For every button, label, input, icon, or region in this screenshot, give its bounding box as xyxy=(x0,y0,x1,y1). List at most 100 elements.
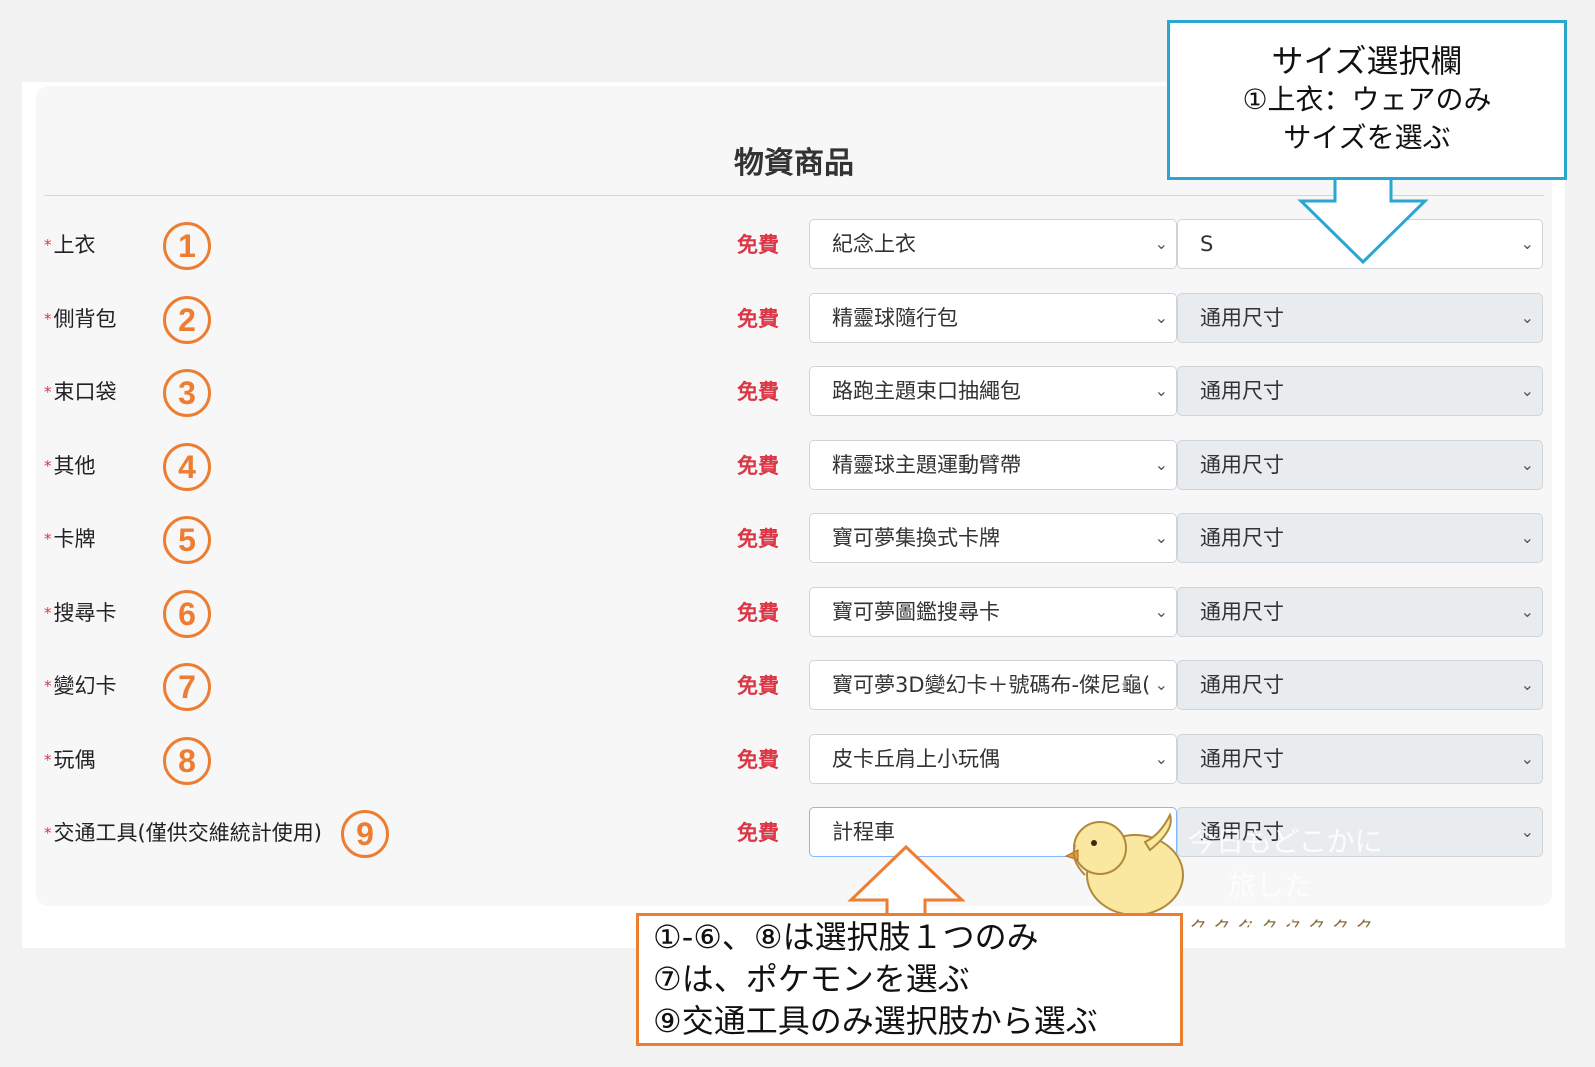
free-label: 免費 xyxy=(737,380,779,404)
size-select[interactable]: 通用尺寸 ⌄ xyxy=(1177,734,1543,784)
item-select-value: 皮卡丘肩上小玩偶 xyxy=(832,747,1000,771)
size-select[interactable]: 通用尺寸 ⌄ xyxy=(1177,660,1543,710)
row-label: *卡牌 xyxy=(44,523,96,553)
chick-speech: 今日もどこかに 旅したい！！ xyxy=(1188,820,1388,952)
item-select-value: 路跑主題束口抽繩包 xyxy=(832,379,1021,403)
free-label: 免費 xyxy=(737,454,779,478)
size-select-value: 通用尺寸 xyxy=(1200,673,1284,697)
row-number-badge: 9 xyxy=(341,810,389,858)
required-mark: * xyxy=(44,530,52,548)
row-number-badge: 3 xyxy=(163,369,211,417)
row-label: *搜尋卡 xyxy=(44,597,117,627)
row-label: *交通工具(僅供交維統計使用) xyxy=(44,817,322,847)
size-select[interactable]: 通用尺寸 ⌄ xyxy=(1177,587,1543,637)
free-label: 免費 xyxy=(737,233,779,257)
item-select-value: 計程車 xyxy=(832,820,895,844)
chevron-down-icon: ⌄ xyxy=(1520,749,1534,768)
item-select-value: 寶可夢集換式卡牌 xyxy=(832,526,1000,550)
chevron-down-icon: ⌄ xyxy=(1520,234,1534,253)
row-label: *玩偶 xyxy=(44,744,96,774)
chevron-down-icon: ⌄ xyxy=(1154,308,1168,327)
size-select[interactable]: S ⌄ xyxy=(1177,219,1543,269)
required-mark: * xyxy=(44,383,52,401)
size-select[interactable]: 通用尺寸 ⌄ xyxy=(1177,293,1543,343)
row-label: *其他 xyxy=(44,450,96,480)
chevron-down-icon: ⌄ xyxy=(1154,602,1168,621)
chevron-down-icon: ⌄ xyxy=(1154,675,1168,694)
note-callout-line1: ①-⑥、⑧は選択肢１つのみ xyxy=(653,918,1039,956)
item-select[interactable]: 寶可夢圖鑑搜尋卡 ⌄ xyxy=(809,587,1177,637)
chevron-down-icon: ⌄ xyxy=(1520,602,1534,621)
row-label: *束口袋 xyxy=(44,376,117,406)
item-select[interactable]: 計程車 ⌄ xyxy=(809,807,1177,857)
size-select-value: 通用尺寸 xyxy=(1200,306,1284,330)
size-select[interactable]: 通用尺寸 ⌄ xyxy=(1177,366,1543,416)
required-mark: * xyxy=(44,677,52,695)
item-select-value: 精靈球主題運動臂帶 xyxy=(832,453,1021,477)
chevron-down-icon: ⌄ xyxy=(1154,455,1168,474)
item-select[interactable]: 寶可夢3D變幻卡＋號碼布-傑尼龜(⌄ xyxy=(809,660,1177,710)
item-select[interactable]: 寶可夢集換式卡牌 ⌄ xyxy=(809,513,1177,563)
title-divider xyxy=(44,195,1544,196)
free-label: 免費 xyxy=(737,527,779,551)
chevron-down-icon: ⌄ xyxy=(1154,822,1168,841)
chevron-down-icon: ⌄ xyxy=(1520,308,1534,327)
row-label: *側背包 xyxy=(44,303,117,333)
row-label: *變幻卡 xyxy=(44,670,117,700)
size-callout: サイズ選択欄 ①上衣：ウェアのみ サイズを選ぶ xyxy=(1167,20,1567,180)
chevron-down-icon: ⌄ xyxy=(1520,822,1534,841)
free-label: 免費 xyxy=(737,821,779,845)
item-select[interactable]: 紀念上衣 ⌄ xyxy=(809,219,1177,269)
chick-speech-line2: 旅したい！！ xyxy=(1228,869,1313,946)
chevron-down-icon: ⌄ xyxy=(1520,381,1534,400)
chevron-down-icon: ⌄ xyxy=(1154,749,1168,768)
row-label: *上衣 xyxy=(44,229,96,259)
required-mark: * xyxy=(44,824,52,842)
note-callout-line3: ⑨交通工具のみ選択肢から選ぶ xyxy=(653,1002,1098,1040)
required-mark: * xyxy=(44,604,52,622)
row-number-badge: 4 xyxy=(163,443,211,491)
chevron-down-icon: ⌄ xyxy=(1520,455,1534,474)
item-select-value: 寶可夢圖鑑搜尋卡 xyxy=(832,600,1000,624)
row-label-text: 其他 xyxy=(53,454,96,478)
chevron-down-icon: ⌄ xyxy=(1154,381,1168,400)
free-label: 免費 xyxy=(737,601,779,625)
row-number-badge: 2 xyxy=(163,296,211,344)
free-label: 免費 xyxy=(737,674,779,698)
size-select-value: 通用尺寸 xyxy=(1200,379,1284,403)
required-mark: * xyxy=(44,457,52,475)
item-select[interactable]: 精靈球主題運動臂帶 ⌄ xyxy=(809,440,1177,490)
item-select[interactable]: 路跑主題束口抽繩包 ⌄ xyxy=(809,366,1177,416)
row-label-text: 變幻卡 xyxy=(53,674,117,698)
chevron-down-icon: ⌄ xyxy=(1154,528,1168,547)
item-select-value: 紀念上衣 xyxy=(832,232,916,256)
item-select-value: 寶可夢3D變幻卡＋號碼布-傑尼龜( xyxy=(832,673,1151,697)
row-number-badge: 5 xyxy=(163,516,211,564)
size-select-value: 通用尺寸 xyxy=(1200,526,1284,550)
size-callout-line2: ①上衣：ウェアのみ xyxy=(1242,83,1492,116)
row-number-badge: 8 xyxy=(163,737,211,785)
chevron-down-icon: ⌄ xyxy=(1520,675,1534,694)
size-callout-line1: サイズ選択欄 xyxy=(1271,42,1463,80)
row-label-text: 玩偶 xyxy=(53,748,96,772)
free-label: 免費 xyxy=(737,748,779,772)
item-select-value: 精靈球隨行包 xyxy=(832,306,958,330)
required-mark: * xyxy=(44,310,52,328)
row-number-badge: 6 xyxy=(163,590,211,638)
row-label-text: 卡牌 xyxy=(53,527,96,551)
item-select[interactable]: 精靈球隨行包 ⌄ xyxy=(809,293,1177,343)
row-label-text: 束口袋 xyxy=(53,380,117,404)
chevron-down-icon: ⌄ xyxy=(1520,528,1534,547)
size-callout-line3: サイズを選ぶ xyxy=(1283,121,1451,154)
size-select[interactable]: 通用尺寸 ⌄ xyxy=(1177,440,1543,490)
row-number-badge: 7 xyxy=(163,663,211,711)
size-select[interactable]: 通用尺寸 ⌄ xyxy=(1177,513,1543,563)
size-select-value: 通用尺寸 xyxy=(1200,453,1284,477)
row-label-text: 上衣 xyxy=(53,233,96,257)
item-select[interactable]: 皮卡丘肩上小玩偶 ⌄ xyxy=(809,734,1177,784)
row-label-text: 交通工具(僅供交維統計使用) xyxy=(53,821,322,845)
size-select-value: 通用尺寸 xyxy=(1200,600,1284,624)
row-number-badge: 1 xyxy=(163,222,211,270)
required-mark: * xyxy=(44,751,52,769)
row-label-text: 側背包 xyxy=(53,307,117,331)
